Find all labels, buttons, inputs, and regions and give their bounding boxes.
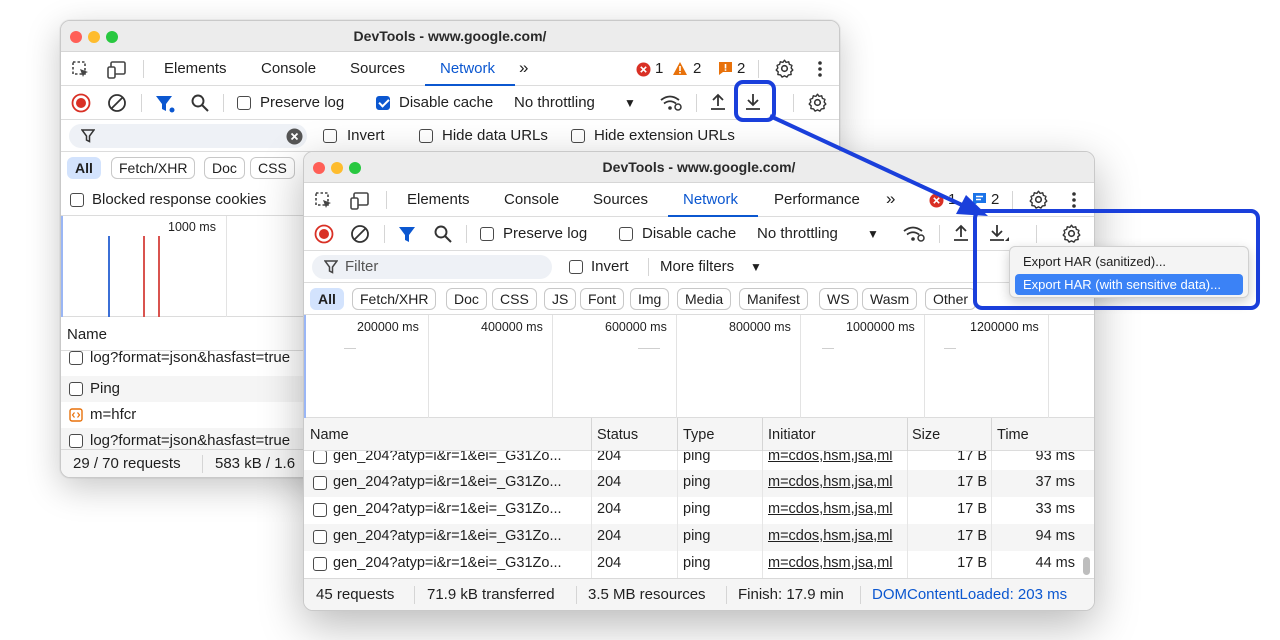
export-har-sensitive-item[interactable]: Export HAR (with sensitive data)... — [1015, 274, 1243, 295]
export-har-menu: Export HAR (sanitized)... Export HAR (wi… — [1009, 246, 1249, 298]
export-har-sanitized-item[interactable]: Export HAR (sanitized)... — [1015, 251, 1243, 272]
callout-arrow-icon — [769, 114, 988, 216]
